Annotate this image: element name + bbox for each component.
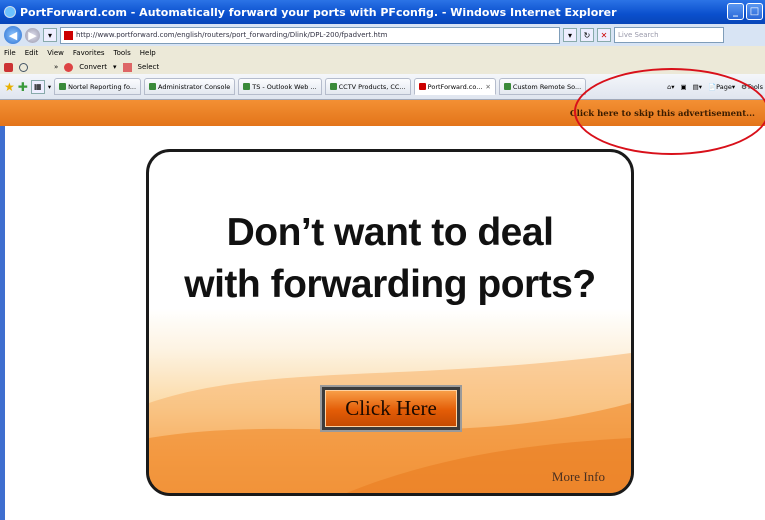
url-text: http://www.portforward.com/english/route… [76, 31, 388, 39]
tab-favicon-icon [329, 83, 337, 90]
ad-headline: Don’t want to deal with forwarding ports… [149, 207, 631, 311]
headline-line-1: Don’t want to deal [226, 211, 554, 254]
convert-icon [64, 62, 74, 72]
tab-close-icon[interactable]: ✕ [485, 83, 490, 91]
window-titlebar: PortForward.com - Automatically forward … [0, 0, 765, 24]
forward-button[interactable]: ▶ [25, 27, 40, 43]
menu-edit[interactable]: Edit [25, 49, 39, 57]
site-favicon-icon [64, 30, 73, 40]
menu-tools[interactable]: Tools [114, 49, 131, 57]
chevron-icon[interactable]: » [54, 63, 58, 71]
tab-list-icon[interactable]: ▾ [48, 83, 51, 91]
tab-favicon-icon [149, 83, 157, 90]
menu-help[interactable]: Help [140, 49, 156, 57]
url-input[interactable]: http://www.portforward.com/english/route… [60, 26, 560, 44]
stop-icon[interactable]: ✕ [597, 28, 611, 42]
search-icon[interactable] [19, 62, 28, 72]
tab-nortel[interactable]: Nortel Reporting fo... [54, 78, 142, 95]
select-button[interactable]: Select [138, 63, 160, 71]
window-controls: _ □ [727, 3, 763, 20]
tab-favicon-icon [59, 83, 67, 90]
tab-custom-remote[interactable]: Custom Remote So... [498, 78, 587, 95]
tab-outlook[interactable]: TS - Outlook Web ... [238, 78, 322, 95]
maximize-button[interactable]: □ [746, 3, 763, 20]
search-input[interactable]: Live Search [614, 27, 724, 43]
history-dropdown-icon[interactable]: ▾ [43, 28, 57, 42]
menu-favorites[interactable]: Favorites [73, 49, 105, 57]
favorites-star-icon[interactable]: ★ [4, 80, 15, 94]
select-icon [122, 62, 132, 72]
menu-file[interactable]: File [4, 49, 16, 57]
advertisement-card: Don’t want to deal with forwarding ports… [146, 149, 634, 496]
refresh-icon[interactable]: ↻ [580, 28, 594, 42]
window-title: PortForward.com - Automatically forward … [20, 5, 617, 19]
tab-favicon-icon [243, 83, 251, 90]
menu-bar: File Edit View Favorites Tools Help [0, 46, 765, 60]
convert-dropdown-icon[interactable]: ▾ [113, 63, 117, 71]
tab-admin-console[interactable]: Administrator Console [144, 78, 236, 95]
headline-line-2: with forwarding ports? [184, 263, 596, 306]
adobe-icon[interactable] [4, 62, 13, 72]
tab-portforward[interactable]: PortForward.co... ✕ [413, 78, 496, 95]
page-left-border [0, 126, 5, 520]
minimize-button[interactable]: _ [727, 3, 744, 20]
click-here-button[interactable]: Click Here [322, 387, 460, 430]
more-info-link[interactable]: More Info [552, 469, 605, 485]
tab-favicon-icon [418, 83, 426, 90]
red-highlight-circle [574, 68, 765, 155]
url-dropdown-icon[interactable]: ▾ [563, 28, 577, 42]
menu-view[interactable]: View [47, 49, 64, 57]
back-button[interactable]: ◀ [4, 26, 22, 44]
quick-tabs-icon[interactable]: ▦ [30, 79, 45, 94]
address-bar: ◀ ▶ ▾ http://www.portforward.com/english… [0, 24, 765, 46]
tab-favicon-icon [503, 83, 511, 90]
convert-button[interactable]: Convert [79, 63, 107, 71]
add-favorite-icon[interactable]: ✚ [18, 80, 28, 94]
tab-cctv[interactable]: CCTV Products, CC... [324, 78, 411, 95]
ie-icon [4, 6, 16, 18]
